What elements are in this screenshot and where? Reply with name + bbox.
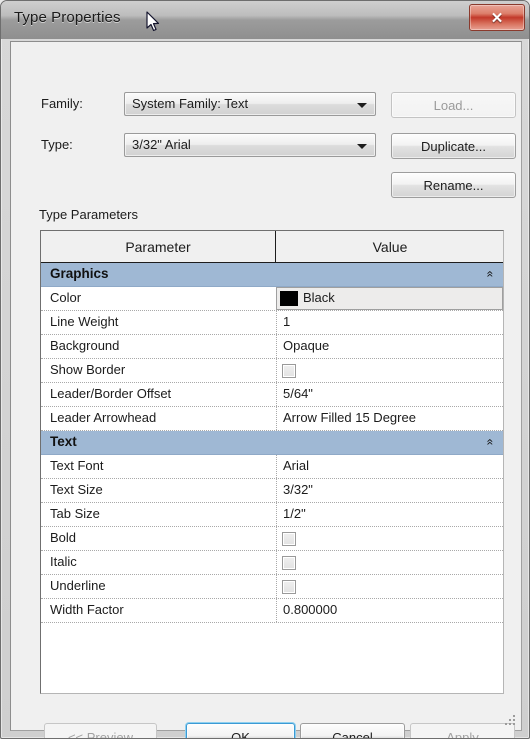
table-group-label: Text xyxy=(50,434,77,449)
parameter-name: Text Size xyxy=(50,482,103,497)
parameter-name: Text Font xyxy=(50,458,104,473)
type-dropdown-value: 3/32" Arial xyxy=(132,137,191,152)
parameter-value: Opaque xyxy=(283,338,330,353)
table-empty-area xyxy=(41,623,503,693)
parameter-value: 5/64" xyxy=(283,386,313,401)
load-button[interactable]: Load... xyxy=(391,92,516,118)
parameter-name: Tab Size xyxy=(50,506,100,521)
type-dropdown[interactable]: 3/32" Arial xyxy=(124,133,376,157)
table-row[interactable]: Bold xyxy=(41,527,503,551)
table-row[interactable]: Leader Arrowhead Arrow Filled 15 Degree xyxy=(41,407,503,431)
parameter-value: Arrow Filled 15 Degree xyxy=(283,410,416,425)
family-dropdown[interactable]: System Family: Text xyxy=(124,92,376,116)
apply-button[interactable]: Apply xyxy=(410,723,515,738)
column-divider xyxy=(276,455,277,478)
duplicate-button[interactable]: Duplicate... xyxy=(391,133,516,159)
column-divider xyxy=(276,335,277,358)
table-row[interactable]: Text Font Arial xyxy=(41,455,503,479)
table-group-header[interactable]: Graphics « xyxy=(41,263,503,287)
family-label: Family: xyxy=(41,96,83,111)
column-header-parameter[interactable]: Parameter xyxy=(41,231,276,262)
family-dropdown-value: System Family: Text xyxy=(132,96,249,111)
checkbox-underline[interactable] xyxy=(282,580,296,594)
parameter-value: 1 xyxy=(283,314,291,329)
parameter-name: Color xyxy=(50,290,82,305)
chevron-up-double-icon[interactable]: « xyxy=(483,271,499,278)
table-header-row: Parameter Value xyxy=(41,231,503,263)
column-divider xyxy=(276,575,277,598)
table-row[interactable]: Width Factor 0.800000 xyxy=(41,599,503,623)
dialog-body: Family: System Family: Text Load... Type… xyxy=(10,41,522,738)
parameter-value: Arial xyxy=(283,458,310,473)
table-group-label: Graphics xyxy=(50,266,109,281)
preview-button[interactable]: << Preview xyxy=(44,723,157,738)
type-label: Type: xyxy=(41,137,73,152)
parameter-value: 0.800000 xyxy=(283,602,338,617)
table-row[interactable]: Line Weight 1 xyxy=(41,311,503,335)
column-divider xyxy=(276,383,277,406)
column-header-value[interactable]: Value xyxy=(277,231,503,262)
parameter-name: Line Weight xyxy=(50,314,119,329)
column-divider xyxy=(276,359,277,382)
column-divider xyxy=(276,311,277,334)
parameter-name: Background xyxy=(50,338,120,353)
chevron-up-double-icon[interactable]: « xyxy=(483,439,499,446)
window-title: Type Properties xyxy=(14,9,121,26)
column-divider xyxy=(276,503,277,526)
parameter-name: Italic xyxy=(50,554,77,569)
parameters-table: Parameter Value Graphics « Color Black Line … xyxy=(40,230,504,694)
table-body: Graphics « Color Black Line Weight 1 Backgroun… xyxy=(41,263,503,623)
parameter-name: Width Factor xyxy=(50,602,124,617)
cancel-button[interactable]: Cancel xyxy=(300,723,405,738)
color-swatch[interactable] xyxy=(280,291,298,306)
ok-button[interactable]: OK xyxy=(186,723,295,738)
parameter-value: Black xyxy=(303,290,335,305)
column-divider xyxy=(276,551,277,574)
close-icon: ✕ xyxy=(490,9,504,27)
table-row[interactable]: Show Border xyxy=(41,359,503,383)
rename-button[interactable]: Rename... xyxy=(391,172,516,198)
chevron-down-icon xyxy=(357,144,367,149)
parameter-name: Bold xyxy=(50,530,77,545)
column-divider xyxy=(276,407,277,430)
checkbox-bold[interactable] xyxy=(282,532,296,546)
table-row[interactable]: Italic xyxy=(41,551,503,575)
parameter-value: 3/32" xyxy=(283,482,313,497)
parameter-name: Show Border xyxy=(50,362,126,377)
table-row[interactable]: Tab Size 1/2" xyxy=(41,503,503,527)
parameter-value: 1/2" xyxy=(283,506,306,521)
table-row[interactable]: Text Size 3/32" xyxy=(41,479,503,503)
table-group-header[interactable]: Text « xyxy=(41,431,503,455)
table-row[interactable]: Leader/Border Offset 5/64" xyxy=(41,383,503,407)
type-properties-dialog: Type Properties ✕ Family: System Family:… xyxy=(0,0,530,739)
parameter-name: Leader Arrowhead xyxy=(50,410,157,425)
title-bar[interactable]: Type Properties ✕ xyxy=(1,1,529,39)
checkbox-show-border[interactable] xyxy=(282,364,296,378)
type-parameters-label: Type Parameters xyxy=(39,207,138,222)
close-button[interactable]: ✕ xyxy=(469,4,525,31)
checkbox-italic[interactable] xyxy=(282,556,296,570)
parameter-name: Underline xyxy=(50,578,106,593)
column-divider xyxy=(276,479,277,502)
table-row[interactable]: Background Opaque xyxy=(41,335,503,359)
chevron-down-icon xyxy=(357,103,367,108)
column-divider xyxy=(276,527,277,550)
resize-grip[interactable] xyxy=(504,714,516,726)
table-row[interactable]: Color Black xyxy=(41,287,503,311)
column-divider xyxy=(276,599,277,622)
table-row[interactable]: Underline xyxy=(41,575,503,599)
parameter-name: Leader/Border Offset xyxy=(50,386,172,401)
